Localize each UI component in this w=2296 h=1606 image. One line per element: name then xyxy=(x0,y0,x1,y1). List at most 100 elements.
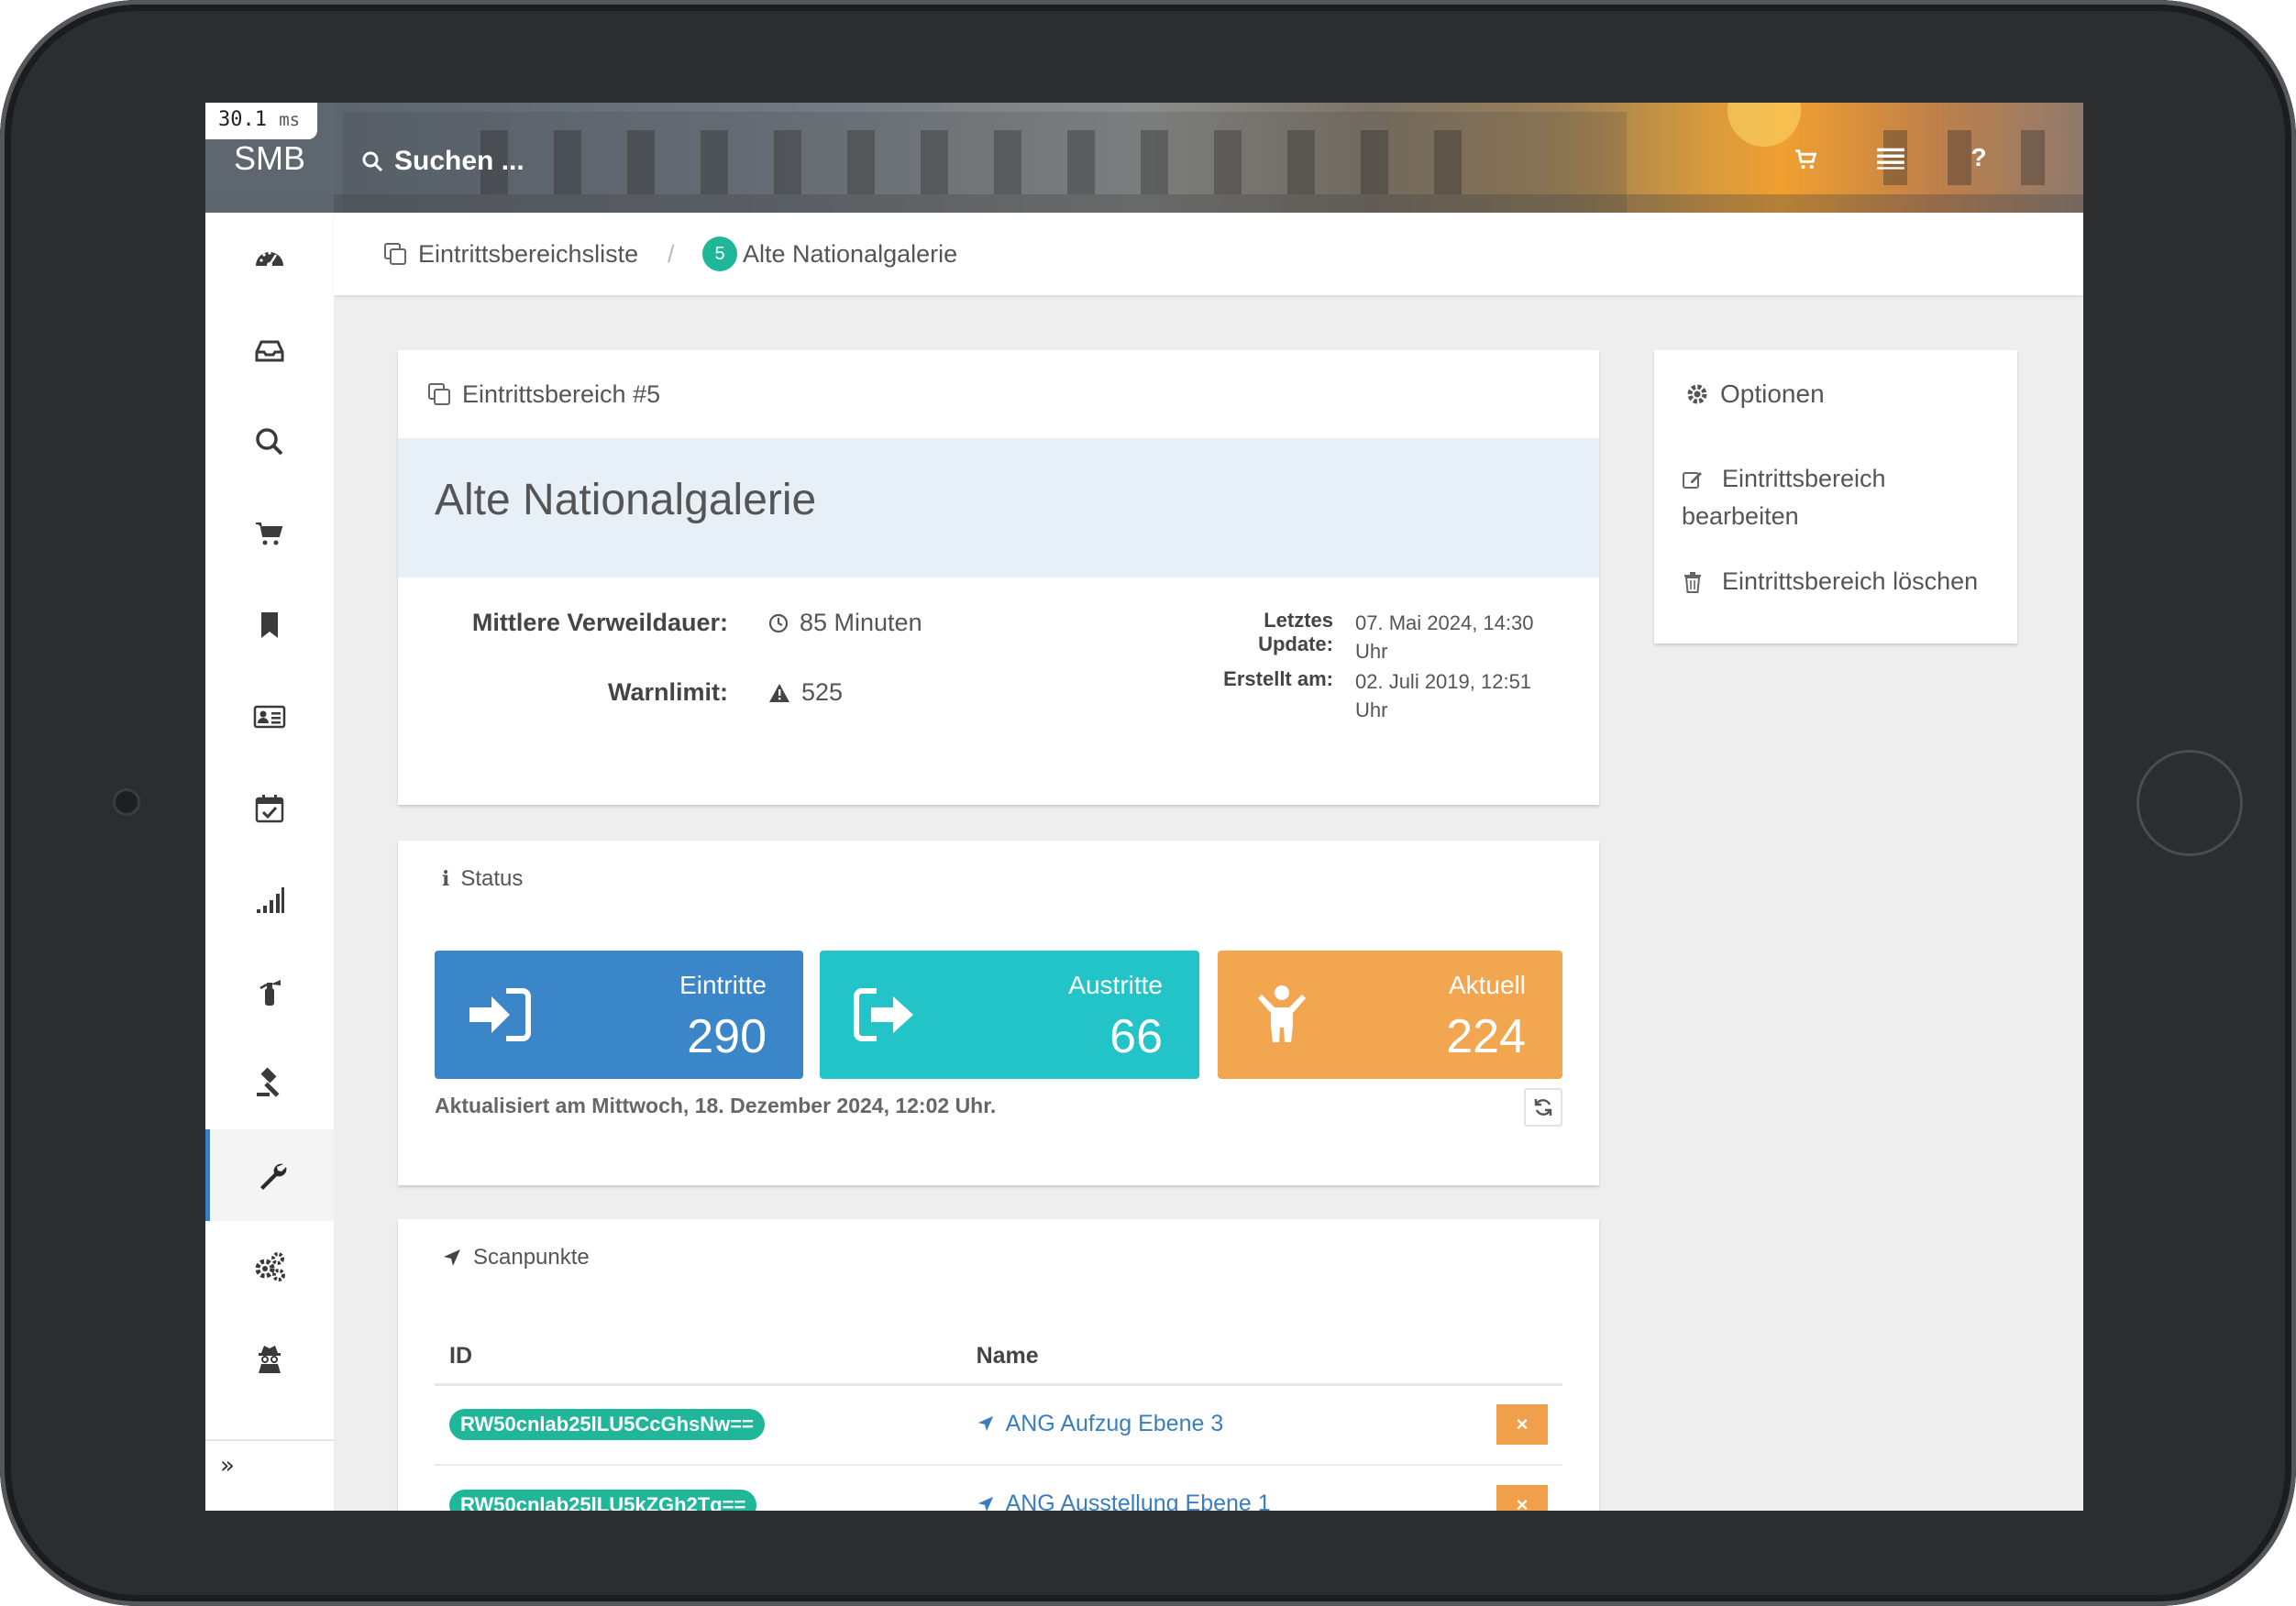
delete-entry-area-link[interactable]: Eintrittsbereich löschen xyxy=(1682,565,1978,602)
sidebar-collapse-button[interactable]: » xyxy=(220,1452,235,1480)
search-label: Suchen ... xyxy=(394,146,524,176)
updated-value-line2: Uhr xyxy=(1355,640,1388,663)
dwell-value: 85 Minuten xyxy=(768,609,922,637)
sidebar-item-stats[interactable] xyxy=(205,854,334,946)
status-title: Status xyxy=(460,866,524,891)
scanpoint-name: ANG Aufzug Ebene 3 xyxy=(1005,1410,1224,1436)
sidebar-item-cart[interactable] xyxy=(205,488,334,579)
created-value-line2: Uhr xyxy=(1355,698,1388,721)
delete-scanpoint-button[interactable]: × xyxy=(1496,1485,1548,1511)
list-icon[interactable] xyxy=(1876,143,1913,176)
stat-entries-value: 290 xyxy=(687,1010,767,1063)
sidebar-item-inbox[interactable] xyxy=(205,304,334,396)
detail-hero: Alte Nationalgalerie xyxy=(398,438,1599,578)
timer-value: 30.1 xyxy=(218,108,267,131)
sidebar-divider xyxy=(205,1439,334,1441)
row-name-cell: ANG Aufzug Ebene 3 xyxy=(961,1384,1482,1466)
detail-panel-title: Eintrittsbereich #5 xyxy=(427,380,660,409)
created-value-line1: 02. Juli 2019, 12:51 xyxy=(1355,670,1532,693)
scanpoint-link[interactable]: ANG Ausstellung Ebene 1 xyxy=(977,1490,1271,1511)
sign-in-icon xyxy=(469,988,531,1041)
breadcrumb: Eintrittsbereichsliste / 5 Alte National… xyxy=(334,213,2083,295)
wrench-icon xyxy=(259,1163,286,1190)
edit-label-line2: bearbeiten xyxy=(1682,501,1799,530)
search-trigger[interactable]: Suchen ... xyxy=(361,143,524,180)
delete-scanpoint-button[interactable]: × xyxy=(1496,1404,1548,1446)
stat-entries-label: Eintritte xyxy=(679,971,767,999)
location-arrow-icon xyxy=(977,1415,993,1432)
column-header-name: Name xyxy=(961,1329,1482,1386)
scanpoints-table: ID Name RW50cnlab25lLU5CcGhsNw== ANG Auf… xyxy=(435,1329,1562,1511)
scanpoints-panel: Scanpunkte ID Name RW50cnlab25lLU5CcGhsN… xyxy=(398,1219,1599,1511)
render-timer: 30.1 ms xyxy=(205,103,317,139)
stat-card-exits: Austritte 66 xyxy=(820,951,1199,1079)
scanpoint-link[interactable]: ANG Aufzug Ebene 3 xyxy=(977,1410,1224,1437)
scanpoint-name: ANG Ausstellung Ebene 1 xyxy=(1005,1490,1271,1511)
scanpoint-id-badge: RW50cnlab25lLU5CcGhsNw== xyxy=(449,1409,765,1441)
status-panel-title: i Status xyxy=(442,864,523,894)
search-icon xyxy=(256,428,283,456)
scanpoint-id-badge: RW50cnlab25lLU5kZGh2Tg== xyxy=(449,1490,757,1511)
signal-icon xyxy=(257,887,284,913)
search-icon xyxy=(362,151,383,172)
sidebar-item-tools[interactable] xyxy=(205,1129,334,1221)
table-row: RW50cnlab25lLU5kZGh2Tg== ANG Ausstellung… xyxy=(435,1465,1562,1511)
sidebar: » xyxy=(205,213,334,1511)
delete-label: Eintrittsbereich löschen xyxy=(1722,567,1979,595)
app-screen: SMB 30.1 ms Suchen ... ? » Eintrittsbere… xyxy=(205,103,2083,1511)
edit-label-line1: Eintrittsbereich xyxy=(1722,465,1886,492)
created-label: Erstellt am: xyxy=(1223,667,1333,690)
sidebar-item-agent[interactable] xyxy=(205,1313,334,1404)
child-icon xyxy=(1258,985,1306,1042)
sidebar-item-gavel[interactable] xyxy=(205,1038,334,1129)
warning-icon xyxy=(769,683,789,702)
clock-icon xyxy=(768,613,789,632)
sidebar-item-extinguisher[interactable] xyxy=(205,946,334,1038)
sidebar-item-search[interactable] xyxy=(205,396,334,488)
refresh-button[interactable] xyxy=(1524,1088,1562,1127)
edit-entry-area-link[interactable]: Eintrittsbereich bearbeiten xyxy=(1682,462,1886,534)
sidebar-item-dashboard[interactable] xyxy=(205,213,334,304)
row-name-cell: ANG Ausstellung Ebene 1 xyxy=(961,1465,1482,1511)
breadcrumb-badge: 5 xyxy=(702,236,737,271)
scanpoints-title: Scanpunkte xyxy=(473,1245,590,1270)
cart-icon xyxy=(256,522,283,545)
stat-current-value: 224 xyxy=(1446,1010,1526,1063)
gavel-icon xyxy=(257,1067,280,1097)
sidebar-item-contacts[interactable] xyxy=(205,671,334,763)
refresh-icon xyxy=(1534,1099,1552,1116)
updated-value: 07. Mai 2024, 14:30 Uhr xyxy=(1355,609,1533,666)
timer-unit: ms xyxy=(279,110,301,130)
warn-value: 525 xyxy=(768,678,843,707)
breadcrumb-list-label: Eintrittsbereichsliste xyxy=(418,239,639,268)
copy-icon xyxy=(428,383,450,405)
gears-icon xyxy=(255,1252,285,1282)
sidebar-item-settings[interactable] xyxy=(205,1221,334,1313)
inbox-icon xyxy=(255,340,284,362)
row-action-cell: × xyxy=(1481,1384,1562,1466)
options-panel: Optionen Eintrittsbereich bearbeiten Ein… xyxy=(1654,350,2017,644)
edit-icon xyxy=(1683,471,1702,489)
fire-extinguisher-icon xyxy=(259,980,281,1006)
detail-panel: Eintrittsbereich #5 Alte Nationalgalerie… xyxy=(398,350,1599,805)
column-header-actions xyxy=(1481,1329,1562,1386)
table-header-row: ID Name xyxy=(435,1329,1562,1386)
dashboard-icon xyxy=(256,251,283,268)
camera xyxy=(113,788,140,816)
breadcrumb-list-link[interactable]: Eintrittsbereichsliste xyxy=(383,213,638,295)
sidebar-item-calendar[interactable] xyxy=(205,763,334,854)
status-panel: i Status Eintritte 290 Austritte 66 Aktu… xyxy=(398,841,1599,1185)
help-icon[interactable]: ? xyxy=(1960,143,1997,176)
cart-icon[interactable] xyxy=(1794,143,1830,176)
dwell-label: Mittlere Verweildauer: xyxy=(471,609,728,636)
stat-exits-label: Austritte xyxy=(1068,971,1163,999)
top-header: SMB 30.1 ms Suchen ... ? xyxy=(205,103,2083,213)
warn-value-text: 525 xyxy=(801,678,844,706)
row-id-cell: RW50cnlab25lLU5kZGh2Tg== xyxy=(435,1465,962,1511)
stat-current-label: Aktuell xyxy=(1448,971,1526,999)
home-button[interactable] xyxy=(2136,750,2243,856)
location-arrow-icon xyxy=(977,1496,993,1511)
location-arrow-icon xyxy=(444,1249,460,1266)
row-action-cell: × xyxy=(1481,1465,1562,1511)
sidebar-item-bookmark[interactable] xyxy=(205,579,334,671)
